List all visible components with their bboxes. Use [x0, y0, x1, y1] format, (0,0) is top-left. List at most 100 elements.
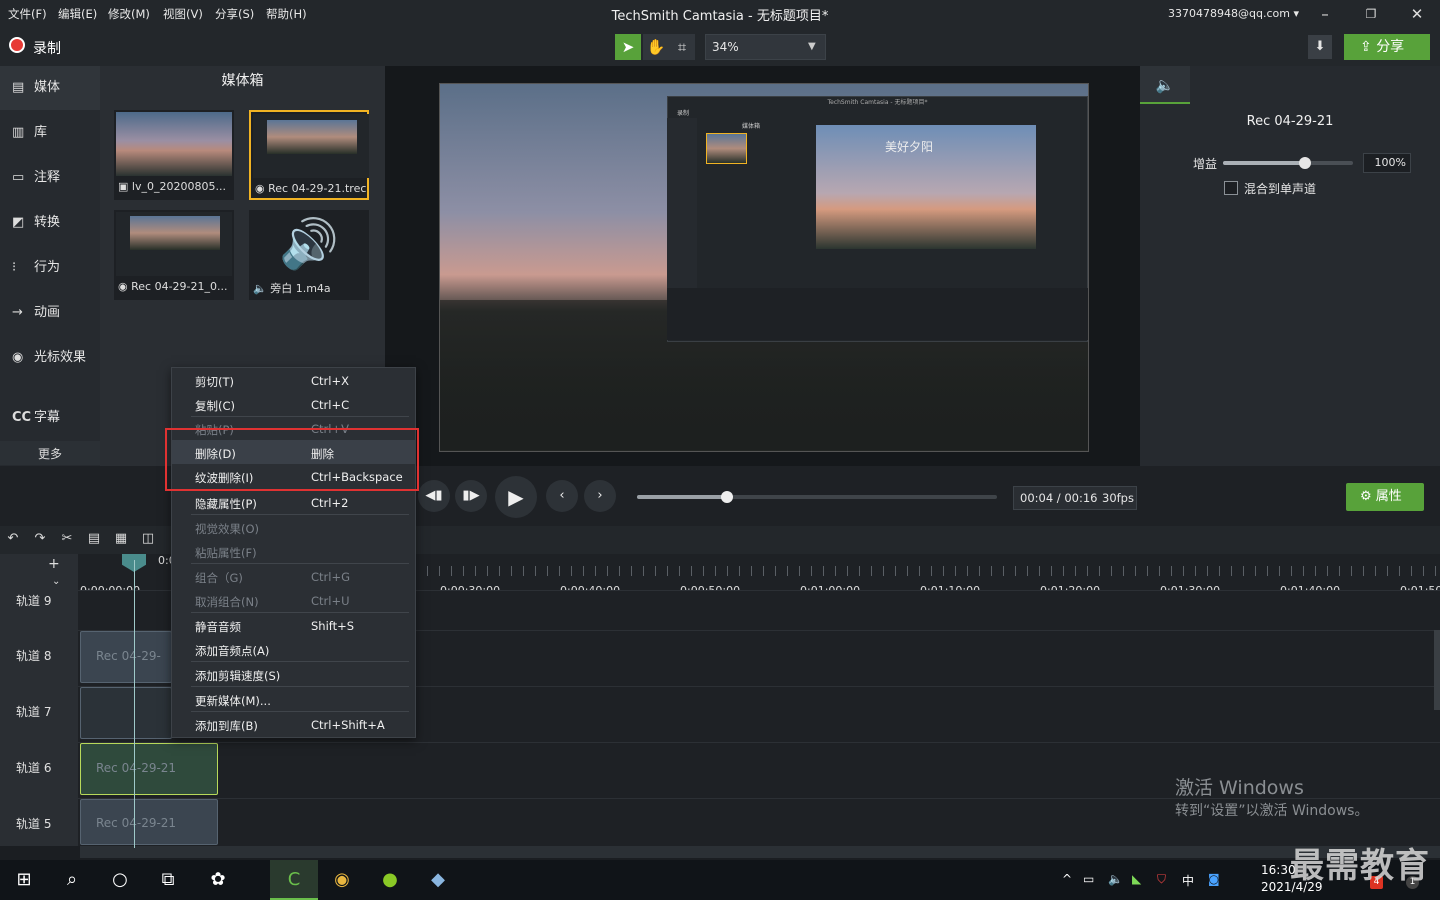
- maximize-button[interactable]: ❐: [1356, 3, 1386, 25]
- pan-tool-button[interactable]: ✋: [643, 34, 669, 60]
- redo-button[interactable]: ↷: [29, 531, 51, 551]
- menu-separator: [191, 563, 409, 564]
- undo-button[interactable]: ↶: [2, 531, 24, 551]
- annotation-icon: ▭: [12, 170, 25, 185]
- transition-icon: ◩: [12, 215, 25, 230]
- play-button[interactable]: ▶: [495, 476, 537, 518]
- nvidia-icon[interactable]: ◣: [1132, 872, 1141, 886]
- timeline-clip[interactable]: Rec 04-29-: [80, 631, 172, 683]
- start-button[interactable]: ⊞: [0, 860, 48, 900]
- cut-button[interactable]: ✂: [56, 531, 78, 551]
- track-scrollbar[interactable]: [1434, 630, 1440, 710]
- sidebar-item-annotations[interactable]: ▭ 注释: [0, 156, 100, 200]
- speaker-icon: 🔊: [251, 212, 367, 276]
- gain-label: 增益: [1193, 157, 1218, 171]
- context-menu-item: 粘贴属性(F): [195, 546, 257, 560]
- account-menu[interactable]: 3370478948@qq.com ▾: [1168, 7, 1299, 20]
- close-button[interactable]: ✕: [1402, 3, 1432, 25]
- copy-button[interactable]: ▤: [83, 531, 105, 551]
- previous-button[interactable]: ‹: [546, 480, 578, 512]
- taskbar-camtasia[interactable]: C: [270, 860, 318, 900]
- context-menu-item[interactable]: 剪切(T): [195, 374, 234, 390]
- circle-icon: ○: [112, 869, 128, 890]
- volume-icon[interactable]: 🔈: [1108, 872, 1123, 886]
- download-button[interactable]: ⬇: [1308, 35, 1332, 59]
- context-menu-item[interactable]: 复制(C): [195, 398, 235, 414]
- context-menu-item[interactable]: 添加剪辑速度(S): [195, 668, 280, 684]
- paste-button[interactable]: ▦: [110, 531, 132, 551]
- search-button[interactable]: ⌕: [48, 860, 96, 900]
- timeline-clip-selected[interactable]: Rec 04-29-21: [80, 743, 218, 795]
- timeline-scrollbar[interactable]: [80, 846, 1440, 858]
- network-icon[interactable]: ▭: [1083, 872, 1094, 886]
- zoom-in-button[interactable]: +: [48, 556, 60, 572]
- sidebar-item-cursor-effects[interactable]: ◉ 光标效果: [0, 336, 100, 380]
- step-forward-button[interactable]: ▮▶: [455, 480, 487, 512]
- more-button[interactable]: 更多: [38, 445, 62, 462]
- activation-watermark-title: 激活 Windows: [1175, 777, 1304, 799]
- cortana-button[interactable]: ○: [96, 860, 144, 900]
- sidebar-item-label: 字幕: [34, 410, 61, 425]
- media-item[interactable]: ▣ lv_0_20200805...: [114, 110, 234, 200]
- context-menu-item[interactable]: 添加到库(B): [195, 718, 258, 734]
- gain-value-input[interactable]: 100%: [1363, 153, 1411, 173]
- step-back-icon: ◀▮: [425, 488, 443, 503]
- context-menu-item[interactable]: 静音音频: [195, 619, 241, 635]
- timeline-clip[interactable]: Rec 04-29-21: [80, 799, 218, 845]
- ime-indicator[interactable]: 中: [1182, 872, 1194, 889]
- clip-label: Rec 04-29-: [96, 649, 161, 663]
- taskbar-app[interactable]: ●: [366, 860, 414, 900]
- gain-slider-handle[interactable]: [1298, 157, 1311, 169]
- audio-properties-tab[interactable]: 🔈: [1140, 66, 1190, 104]
- split-button[interactable]: ◫: [137, 531, 159, 551]
- record-icon[interactable]: [9, 37, 25, 53]
- taskbar-app[interactable]: ✿: [194, 860, 242, 900]
- menu-separator: [191, 514, 409, 515]
- select-tool-button[interactable]: ➤: [615, 34, 641, 60]
- nested-timeline: [667, 288, 1088, 340]
- sidebar-item-label: 转换: [34, 215, 61, 230]
- sidebar-item-captions[interactable]: CC 字幕: [0, 396, 100, 440]
- share-button[interactable]: ⇪ 分享: [1344, 34, 1430, 60]
- scissors-icon: ✂: [61, 531, 73, 546]
- sidebar-item-animations[interactable]: → 动画: [0, 291, 100, 335]
- security-icon[interactable]: ⛉: [1157, 872, 1166, 887]
- properties-button[interactable]: ⚙ 属性: [1346, 483, 1424, 511]
- taskbar-app[interactable]: ◆: [414, 860, 462, 900]
- media-item[interactable]: 🔊 🔈 旁白 1.m4a: [249, 210, 369, 300]
- clip-label: Rec 04-29-21: [96, 816, 177, 830]
- next-button[interactable]: ›: [584, 480, 616, 512]
- media-thumbnail: [253, 114, 369, 178]
- chevron-right-icon: ›: [597, 488, 603, 503]
- activation-watermark-text: 转到“设置”以激活 Windows。: [1175, 803, 1369, 819]
- share-icon: ⇪: [1360, 39, 1372, 55]
- scrubber-handle[interactable]: [721, 491, 733, 503]
- mono-checkbox[interactable]: [1224, 181, 1238, 195]
- media-item[interactable]: ◉ Rec 04-29-21_0...: [114, 210, 234, 300]
- media-item-label: ◉ Rec 04-29-21.trec: [255, 182, 366, 195]
- qq-icon[interactable]: ◙: [1208, 872, 1220, 886]
- collapse-button[interactable]: ⌄: [52, 576, 60, 587]
- sidebar-item-library[interactable]: ▥ 库: [0, 111, 100, 155]
- sidebar-item-transitions[interactable]: ◩ 转换: [0, 201, 100, 245]
- windows-icon: ⊞: [16, 869, 32, 890]
- media-item-selected[interactable]: ◉ Rec 04-29-21.trec: [249, 110, 369, 200]
- chevron-down-icon: ▾: [1293, 7, 1299, 20]
- audio-waveform-clip[interactable]: [80, 687, 172, 739]
- step-back-button[interactable]: ◀▮: [418, 480, 450, 512]
- record-button[interactable]: 录制: [33, 38, 61, 58]
- context-menu-item[interactable]: 更新媒体(M)...: [195, 693, 271, 709]
- menu-separator: [191, 711, 409, 712]
- camtasia-icon: C: [287, 869, 301, 890]
- task-view-button[interactable]: ⧉: [144, 860, 192, 900]
- tray-chevron-icon[interactable]: ^: [1062, 872, 1072, 886]
- sidebar-item-behaviors[interactable]: ⁝ 行为: [0, 246, 100, 290]
- context-menu-item[interactable]: 隐藏属性(P): [195, 496, 257, 512]
- taskbar-chrome[interactable]: ◉: [318, 860, 366, 900]
- animation-icon: →: [12, 305, 23, 320]
- sidebar-item-media[interactable]: ▤ 媒体: [0, 66, 100, 110]
- track-label: 轨道 7: [16, 705, 52, 719]
- crop-tool-button[interactable]: ⌗: [669, 34, 695, 60]
- context-menu-item[interactable]: 添加音频点(A): [195, 643, 269, 659]
- minimize-button[interactable]: –: [1310, 3, 1340, 25]
